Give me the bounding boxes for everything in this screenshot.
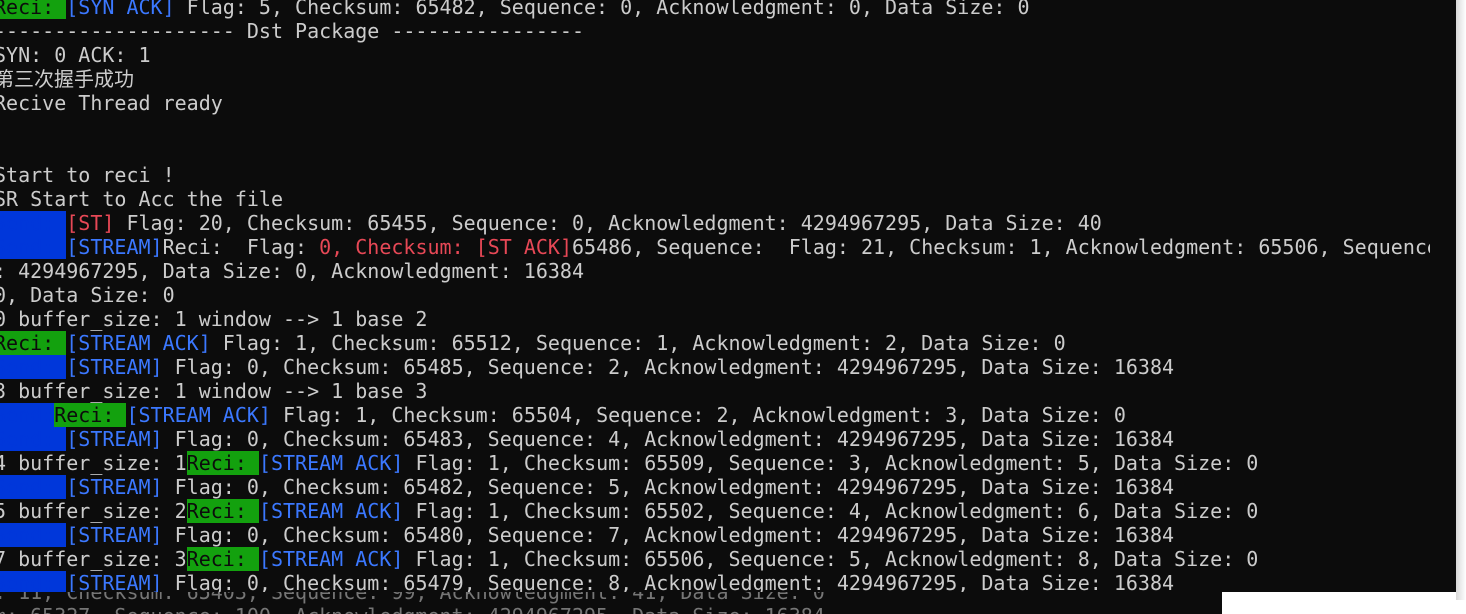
console-line: SYN: 0 ACK: 1: [0, 43, 1439, 67]
log-tag-reci: Reci:: [0, 0, 67, 19]
desktop-gap: [1222, 592, 1466, 614]
log-tag-blue: [STREAM]: [66, 235, 163, 259]
console-line: Send: [STREAM] Flag: 0, Checksum: 65482,…: [0, 475, 1439, 499]
log-text: 4 buffer_size: 1: [0, 451, 187, 475]
log-tag-send: Send:: [0, 571, 67, 592]
console-line: 0 buffer_size: 1 window --> 1 base 2: [0, 307, 1439, 331]
log-tag-send: Send:: [0, 211, 67, 235]
console-line: Send: [STREAM] Flag: 0, Checksum: 65485,…: [0, 355, 1439, 379]
log-text: Flag: 0, Checksum: 65482, Sequence: 5, A…: [162, 475, 1175, 499]
log-tag-reci: Reci:: [0, 331, 67, 355]
console-line: : 4294967295, Data Size: 0, Acknowledgme…: [0, 259, 1439, 283]
log-text: 0, Data Size: 0: [0, 283, 175, 307]
log-text: 5 buffer_size: 2: [0, 499, 187, 523]
log-text: 3 buffer_size: 1 window --> 1 base 3: [0, 379, 428, 403]
log-tag-blue: [STREAM ACK]: [258, 499, 404, 523]
log-tag-blue: [STREAM ACK]: [258, 451, 404, 475]
log-text: Flag: 1, Checksum: 65504, Sequence: 2, A…: [270, 403, 1126, 427]
log-tag-blue: [STREAM]: [66, 523, 163, 547]
log-text: Start to reci !: [0, 163, 175, 187]
console-line: Reci: [SYN ACK] Flag: 5, Checksum: 65482…: [0, 0, 1439, 19]
console-line: 4 buffer_size: 1Reci: [STREAM ACK] Flag:…: [0, 451, 1439, 475]
log-tag-send: Send:: [0, 523, 67, 547]
log-tag-blue: [STREAM]: [66, 427, 163, 451]
console-line: 5 buffer_size: 2Reci: [STREAM ACK] Flag:…: [0, 499, 1439, 523]
log-text: Flag: 1, Checksum: 65512, Sequence: 1, A…: [210, 331, 1066, 355]
console-line: : 11, Checksum: 65403, Sequence: 99, Ack…: [0, 592, 825, 604]
log-tag-send: Send:: [0, 475, 67, 499]
log-tag-blue: [STREAM ACK]: [66, 331, 211, 355]
log-text: 65486, Sequence: Flag: 21, Checksum: 1, …: [572, 235, 1439, 259]
background-console-window[interactable]: : 11, Checksum: 65403, Sequence: 99, Ack…: [0, 592, 1222, 614]
log-tag-send: Send:: [0, 427, 67, 451]
log-text: Flag: 1, Checksum: 65506, Sequence: 5, A…: [403, 547, 1259, 571]
log-tag-red: [ST]: [66, 211, 115, 235]
window-shadow: [1456, 0, 1466, 600]
console-line: Send: [STREAM] Flag: 0, Checksum: 65483,…: [0, 427, 1439, 451]
log-tag-reci: Reci:: [54, 403, 127, 427]
log-text: m: 65327, Sequence: 100, Acknowledgment:…: [0, 604, 825, 614]
background-console-output: : 11, Checksum: 65403, Sequence: 99, Ack…: [0, 592, 825, 614]
console-line: m: 65327, Sequence: 100, Acknowledgment:…: [0, 604, 825, 614]
log-text: 0 buffer_size: 1 window --> 1 base 2: [0, 307, 428, 331]
log-text: : 11, Checksum: 65403, Sequence: 99, Ack…: [0, 592, 825, 604]
log-text: Flag: 0, Checksum: 65483, Sequence: 4, A…: [162, 427, 1175, 451]
log-text: Flag: 20, Checksum: 65455, Sequence: 0, …: [114, 211, 1102, 235]
console-line: Reci: [STREAM ACK] Flag: 1, Checksum: 65…: [0, 331, 1439, 355]
log-text: 第三次握手成功: [0, 67, 134, 91]
log-text: 7 buffer_size: 3: [0, 547, 187, 571]
log-text: Flag: 5, Checksum: 65482, Sequence: 0, A…: [174, 0, 1030, 19]
console-line: Send: [STREAM] Flag: 0, Checksum: 65479,…: [0, 571, 1439, 592]
log-text: : 4294967295, Data Size: 0, Acknowledgme…: [0, 259, 585, 283]
log-tag-send: Send:: [0, 235, 67, 259]
console-line: 0, Data Size: 0: [0, 283, 1439, 307]
log-tag-blue: [STREAM ACK]: [258, 547, 404, 571]
log-text: Flag: 0, Checksum: 65479, Sequence: 8, A…: [162, 571, 1175, 592]
log-tag-blue: [STREAM ACK]: [126, 403, 271, 427]
log-text: SR Start to Acc the file: [0, 187, 283, 211]
console-window[interactable]: Reci: [SYN ACK] Flag: 5, Checksum: 65482…: [0, 0, 1456, 592]
log-tag-blue: [STREAM]: [66, 571, 163, 592]
console-line: 第三次握手成功: [0, 67, 1439, 91]
log-text: SYN: 0 ACK: 1: [0, 43, 151, 67]
scrollbar[interactable]: [1430, 0, 1456, 592]
console-line: Send: [STREAM] Flag: 0, Checksum: 65480,…: [0, 523, 1439, 547]
console-output: Reci: [SYN ACK] Flag: 5, Checksum: 65482…: [0, 0, 1439, 592]
console-line: SR Start to Acc the file: [0, 187, 1439, 211]
log-tag-reci: Reci:: [186, 499, 259, 523]
log-text: Flag: 1, Checksum: 65509, Sequence: 3, A…: [403, 451, 1259, 475]
console-line: 7 buffer_size: 3Reci: [STREAM ACK] Flag:…: [0, 547, 1439, 571]
log-text: Reci: Flag:: [162, 235, 320, 259]
console-line: Send: [STREAM]Reci: Flag: 0, Checksum: […: [0, 235, 1439, 259]
console-line: 3 buffer_size: 1 window --> 1 base 3: [0, 379, 1439, 403]
log-text: -------------------- Dst Package -------…: [0, 19, 585, 43]
log-text: Flag: 0, Checksum: 65485, Sequence: 2, A…: [162, 355, 1175, 379]
console-line: Start to reci !: [0, 163, 1439, 187]
log-tag-blue: [SYN ACK]: [66, 0, 175, 19]
log-tag-blue: [STREAM]: [66, 355, 163, 379]
log-text: Recive Thread ready: [0, 91, 223, 115]
log-tag-blue: [STREAM]: [66, 475, 163, 499]
console-line: Send:Reci: [STREAM ACK] Flag: 1, Checksu…: [0, 403, 1439, 427]
console-line: -------------------- Dst Package -------…: [0, 19, 1439, 43]
log-tag-reci: Reci:: [186, 547, 259, 571]
log-tag-reci: Reci:: [186, 451, 259, 475]
log-tag-send: Send:: [0, 355, 67, 379]
console-line: Send: [ST] Flag: 20, Checksum: 65455, Se…: [0, 211, 1439, 235]
console-line: Recive Thread ready: [0, 91, 1439, 115]
log-tag-send: Send:: [0, 403, 55, 427]
log-text: Flag: 0, Checksum: 65480, Sequence: 7, A…: [162, 523, 1175, 547]
log-tag-red: 0, Checksum: [ST ACK]: [319, 235, 572, 259]
log-text: Flag: 1, Checksum: 65502, Sequence: 4, A…: [403, 499, 1259, 523]
